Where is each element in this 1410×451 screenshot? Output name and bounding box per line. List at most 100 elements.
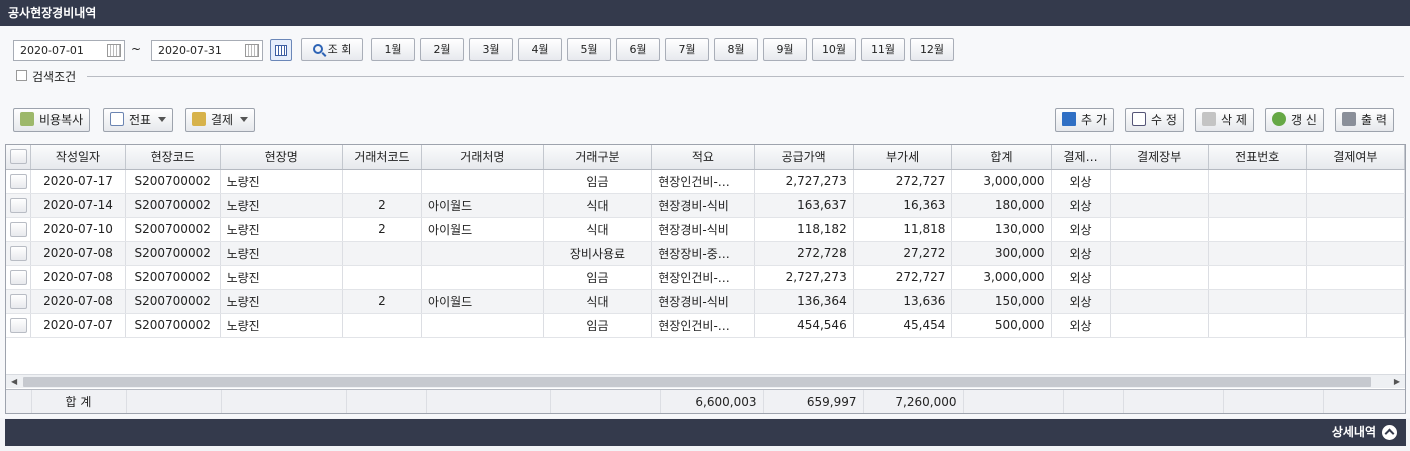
table-cell[interactable]: 118,182 [754,217,854,242]
row-checkbox[interactable] [9,317,27,333]
scroll-right-icon[interactable]: ▶ [1394,377,1400,386]
row-select-cell[interactable] [6,313,32,338]
table-cell[interactable]: 454,546 [754,313,854,338]
row-checkbox[interactable] [9,221,27,237]
column-header[interactable]: 합계 [951,145,1052,170]
cost-copy-button[interactable]: 비용복사 [13,108,91,132]
table-cell[interactable]: 노량진 [220,193,343,218]
table-cell[interactable] [1306,169,1405,194]
table-cell[interactable]: 노량진 [220,217,343,242]
table-cell[interactable]: 136,364 [754,289,854,314]
table-cell[interactable] [1208,241,1307,266]
row-select-cell[interactable] [6,289,32,314]
table-cell[interactable]: 2020-07-17 [30,169,126,194]
table-row[interactable]: 2020-07-17 S200700002 노량진 임금 현장인건비-… 2,727,27… [6,169,1405,194]
scroll-left-icon[interactable]: ◀ [11,377,17,386]
column-header[interactable]: 전표번호 [1208,145,1307,170]
row-checkbox[interactable] [9,269,27,285]
table-cell[interactable]: 272,728 [754,241,854,266]
scrollbar-thumb[interactable] [23,377,1371,387]
table-cell[interactable]: 2,727,273 [754,265,854,290]
table-cell[interactable] [1208,289,1307,314]
table-cell[interactable]: S200700002 [125,193,221,218]
table-cell[interactable] [1110,265,1209,290]
column-header[interactable]: 거래처코드 [342,145,423,170]
search-condition-checkbox[interactable] [16,70,27,81]
table-cell[interactable]: 272,727 [853,265,953,290]
month-button[interactable]: 7월 [665,38,709,61]
table-cell[interactable]: 노량진 [220,241,343,266]
table-cell[interactable] [1110,241,1209,266]
column-header[interactable]: 공급가액 [754,145,854,170]
table-cell[interactable]: 16,363 [853,193,953,218]
table-cell[interactable]: 외상 [1051,313,1111,338]
table-cell[interactable] [1306,193,1405,218]
table-cell[interactable]: 현장경비-식비 [651,217,755,242]
table-cell[interactable]: 노량진 [220,289,343,314]
table-cell[interactable]: 300,000 [951,241,1052,266]
table-cell[interactable]: 현장경비-식비 [651,289,755,314]
table-row[interactable]: 2020-07-10 S200700002 노량진 2 아이월드 식대 현장경비-식비 118… [6,217,1405,242]
table-cell[interactable]: 2020-07-08 [30,289,126,314]
table-cell[interactable]: 임금 [543,313,653,338]
print-button[interactable]: 출 력 [1335,108,1394,132]
table-cell[interactable]: 식대 [543,217,653,242]
table-cell[interactable] [1110,217,1209,242]
table-cell[interactable] [1306,289,1405,314]
table-cell[interactable]: 2020-07-07 [30,313,126,338]
column-header[interactable]: 거래처명 [421,145,544,170]
table-cell[interactable]: 임금 [543,265,653,290]
calendar-picker-button[interactable] [270,39,292,61]
chevron-up-icon[interactable] [1382,425,1397,440]
table-cell[interactable] [1306,217,1405,242]
table-cell[interactable]: 현장경비-식비 [651,193,755,218]
row-select-cell[interactable] [6,265,32,290]
row-checkbox[interactable] [9,197,27,213]
row-select-cell[interactable] [6,217,32,242]
column-header[interactable]: 현장명 [220,145,343,170]
table-cell[interactable] [1110,289,1209,314]
table-cell[interactable] [342,169,423,194]
table-cell[interactable]: 임금 [543,169,653,194]
table-cell[interactable] [421,169,544,194]
table-cell[interactable]: 2020-07-08 [30,265,126,290]
table-cell[interactable]: S200700002 [125,241,221,266]
table-cell[interactable]: 현장장비-중… [651,241,755,266]
calendar-icon[interactable] [107,44,121,57]
table-cell[interactable]: 2020-07-14 [30,193,126,218]
table-cell[interactable]: S200700002 [125,265,221,290]
table-cell[interactable]: 3,000,000 [951,265,1052,290]
row-checkbox[interactable] [9,173,27,189]
table-cell[interactable]: 27,272 [853,241,953,266]
table-cell[interactable] [1110,169,1209,194]
table-row[interactable]: 2020-07-08 S200700002 노량진 임금 현장인건비-… 2,727,27… [6,265,1405,290]
edit-button[interactable]: 수 정 [1125,108,1184,132]
row-checkbox[interactable] [9,293,27,309]
row-checkbox[interactable] [9,245,27,261]
table-cell[interactable] [1208,265,1307,290]
table-row[interactable]: 2020-07-07 S200700002 노량진 임금 현장인건비-… 454,546 4… [6,313,1405,338]
table-cell[interactable]: 현장인건비-… [651,169,755,194]
calendar-icon[interactable] [245,44,259,57]
table-cell[interactable]: 아이월드 [421,217,544,242]
table-cell[interactable]: 장비사용료 [543,241,653,266]
table-cell[interactable] [342,265,423,290]
table-cell[interactable]: 노량진 [220,169,343,194]
column-header[interactable]: 거래구분 [543,145,653,170]
month-button[interactable]: 12월 [910,38,954,61]
table-cell[interactable]: 2 [342,289,423,314]
table-cell[interactable]: 11,818 [853,217,953,242]
table-cell[interactable] [1208,193,1307,218]
table-cell[interactable]: 2 [342,193,423,218]
table-cell[interactable]: 45,454 [853,313,953,338]
table-cell[interactable]: 현장인건비-… [651,313,755,338]
row-select-cell[interactable] [6,241,32,266]
delete-button[interactable]: 삭 제 [1195,108,1254,132]
month-button[interactable]: 9월 [763,38,807,61]
table-cell[interactable]: 외상 [1051,265,1111,290]
table-cell[interactable] [421,241,544,266]
table-cell[interactable] [1208,313,1307,338]
table-cell[interactable]: 외상 [1051,169,1111,194]
table-cell[interactable]: 130,000 [951,217,1052,242]
table-cell[interactable] [1306,265,1405,290]
